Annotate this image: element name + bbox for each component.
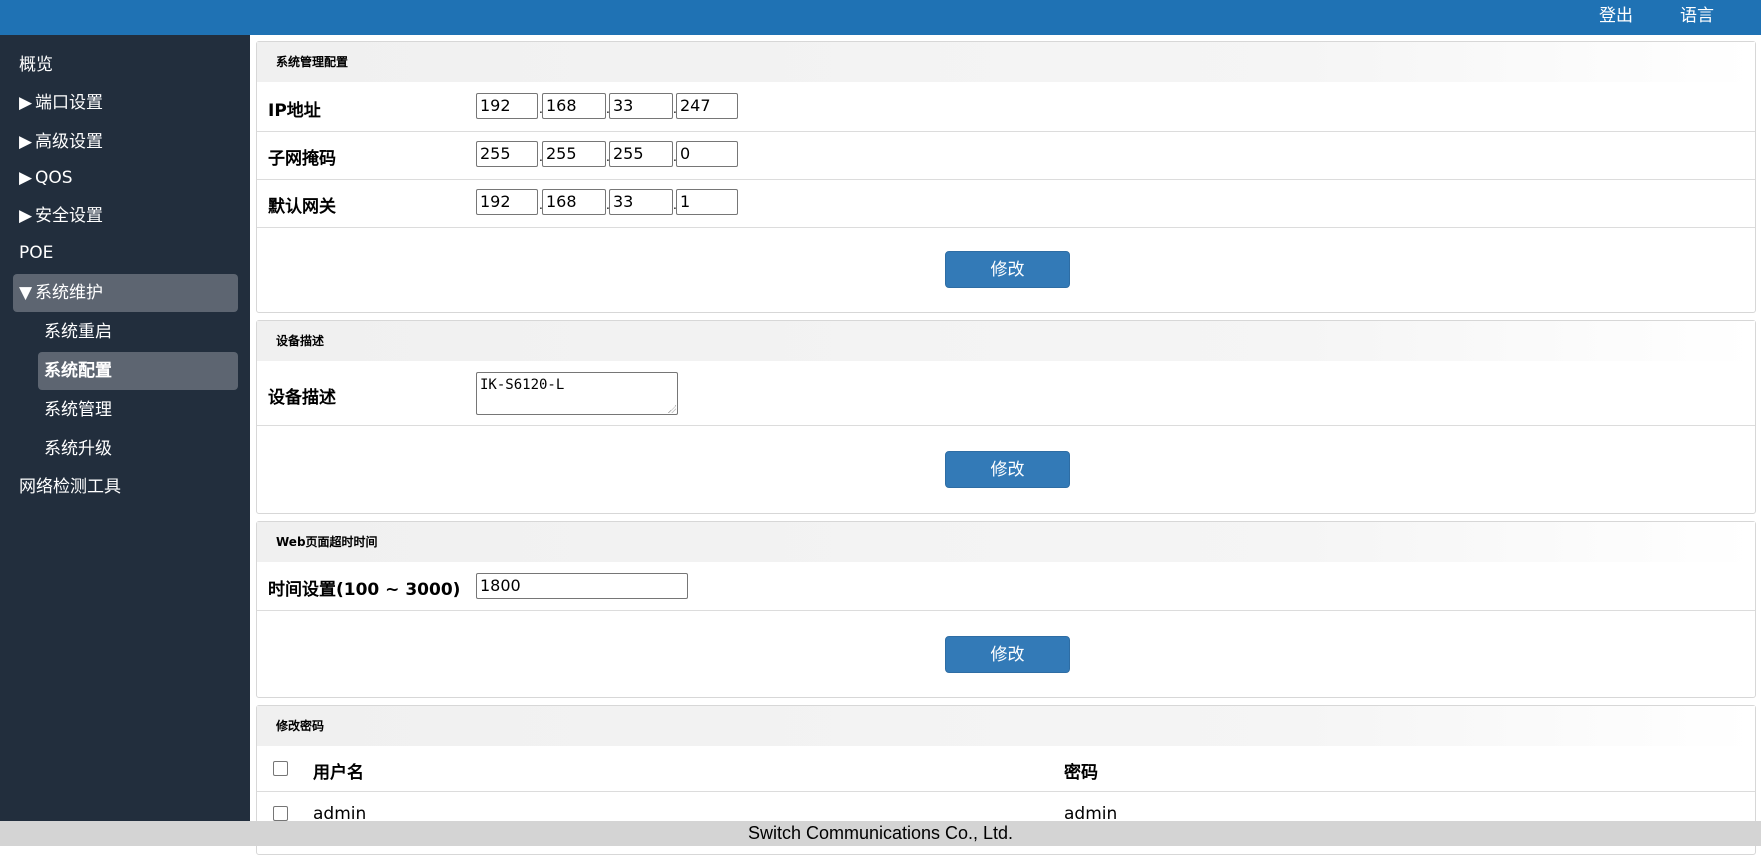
row-checkbox[interactable] <box>273 806 288 821</box>
sidebar-item-system-reboot[interactable]: 系统重启 <box>38 313 238 351</box>
sidebar-item-qos[interactable]: ▶ QOS <box>13 159 238 197</box>
panel-title: 修改密码 <box>257 706 1755 746</box>
panel-title: 设备描述 <box>257 321 1755 361</box>
gateway-octet-4[interactable]: 1 <box>676 189 738 215</box>
timeout-label: 时间设置(100 ~ 3000) <box>268 580 461 600</box>
sidebar-item-label: 系统重启 <box>44 322 112 342</box>
username-column-header: 用户名 <box>313 763 364 783</box>
ip-octet-1[interactable]: 192 <box>476 93 538 119</box>
collapse-arrow-icon: ▼ <box>19 283 33 303</box>
ip-octet-3[interactable]: 33 <box>609 93 673 119</box>
password-column-header: 密码 <box>1064 763 1098 783</box>
sidebar-item-system-maintenance[interactable]: ▼ 系统维护 <box>13 274 238 312</box>
web-timeout-panel: Web页面超时时间 时间设置(100 ~ 3000) 1800 修改 <box>256 521 1756 698</box>
gateway-octet-2[interactable]: 168 <box>542 189 606 215</box>
gateway-row: 默认网关 192 . 168 . 33 . 1 <box>257 180 1755 228</box>
language-link[interactable]: 语言 <box>1680 0 1714 35</box>
sidebar-item-port-settings[interactable]: ▶ 端口设置 <box>13 84 238 122</box>
sidebar-item-system-upgrade[interactable]: 系统升级 <box>38 430 238 468</box>
sidebar-item-label: 系统配置 <box>44 361 112 381</box>
sidebar-item-label: 端口设置 <box>35 93 103 113</box>
mask-octet-3[interactable]: 255 <box>609 141 673 167</box>
sidebar-item-label: 系统维护 <box>35 283 103 303</box>
panel-title: Web页面超时时间 <box>257 522 1755 562</box>
password-table-header: 用户名 密码 <box>257 746 1755 792</box>
sidebar-item-label: 概览 <box>19 55 53 75</box>
modify-description-button[interactable]: 修改 <box>945 451 1070 488</box>
ip-row: IP地址 192 . 168 . 33 . 247 <box>257 82 1755 132</box>
sidebar-item-label: POE <box>19 243 54 263</box>
expand-arrow-icon: ▶ <box>19 168 33 188</box>
footer: Switch Communications Co., Ltd. <box>0 821 1761 846</box>
sidebar-item-label: 高级设置 <box>35 132 103 152</box>
footer-copyright: Switch Communications Co., Ltd. <box>747 823 1014 843</box>
modify-network-button[interactable]: 修改 <box>945 251 1070 288</box>
timeout-row: 时间设置(100 ~ 3000) 1800 <box>257 562 1755 611</box>
mask-octet-2[interactable]: 255 <box>542 141 606 167</box>
gateway-label: 默认网关 <box>268 197 336 217</box>
top-bar: 登出 语言 <box>0 0 1761 35</box>
mask-row: 子网掩码 255 . 255 . 255 . 0 <box>257 132 1755 180</box>
sidebar-item-label: 安全设置 <box>35 206 103 226</box>
expand-arrow-icon: ▶ <box>19 132 33 152</box>
gateway-octet-1[interactable]: 192 <box>476 189 538 215</box>
resize-grip-icon[interactable] <box>668 405 676 413</box>
expand-arrow-icon: ▶ <box>19 206 33 226</box>
sidebar-item-security-settings[interactable]: ▶ 安全设置 <box>13 197 238 235</box>
sidebar-item-advanced-settings[interactable]: ▶ 高级设置 <box>13 123 238 161</box>
sidebar-item-poe[interactable]: POE <box>13 234 238 272</box>
sidebar-item-system-config[interactable]: 系统配置 <box>38 352 238 390</box>
sidebar-item-system-management[interactable]: 系统管理 <box>38 391 238 429</box>
device-desc-row: 设备描述 IK-S6120-L <box>257 361 1755 426</box>
sidebar-item-overview[interactable]: 概览 <box>13 46 238 84</box>
mask-octet-4[interactable]: 0 <box>676 141 738 167</box>
device-desc-textarea[interactable]: IK-S6120-L <box>476 372 678 415</box>
mask-label: 子网掩码 <box>268 149 336 169</box>
device-desc-value: IK-S6120-L <box>480 377 565 393</box>
sidebar-item-label: QOS <box>35 168 73 188</box>
select-all-checkbox[interactable] <box>273 761 288 776</box>
gateway-octet-3[interactable]: 33 <box>609 189 673 215</box>
expand-arrow-icon: ▶ <box>19 93 33 113</box>
modify-timeout-button[interactable]: 修改 <box>945 636 1070 673</box>
device-desc-panel: 设备描述 设备描述 IK-S6120-L 修改 <box>256 320 1756 514</box>
sidebar-item-label: 网络检测工具 <box>19 477 121 497</box>
panel-title: 系统管理配置 <box>257 42 1755 82</box>
sidebar-item-network-tools[interactable]: 网络检测工具 <box>13 468 238 506</box>
sidebar-item-label: 系统升级 <box>44 439 112 459</box>
ip-octet-4[interactable]: 247 <box>676 93 738 119</box>
sidebar: 概览 ▶ 端口设置 ▶ 高级设置 ▶ QOS ▶ 安全设置 POE ▼ 系统维护 系统重启… <box>0 35 250 821</box>
ip-label: IP地址 <box>268 101 321 121</box>
mask-octet-1[interactable]: 255 <box>476 141 538 167</box>
logout-link[interactable]: 登出 <box>1599 0 1633 35</box>
ip-octet-2[interactable]: 168 <box>542 93 606 119</box>
timeout-input[interactable]: 1800 <box>476 573 688 599</box>
system-mgmt-panel: 系统管理配置 IP地址 192 . 168 . 33 . 247 子网掩码 25… <box>256 41 1756 313</box>
sidebar-item-label: 系统管理 <box>44 400 112 420</box>
device-desc-label: 设备描述 <box>268 388 336 408</box>
